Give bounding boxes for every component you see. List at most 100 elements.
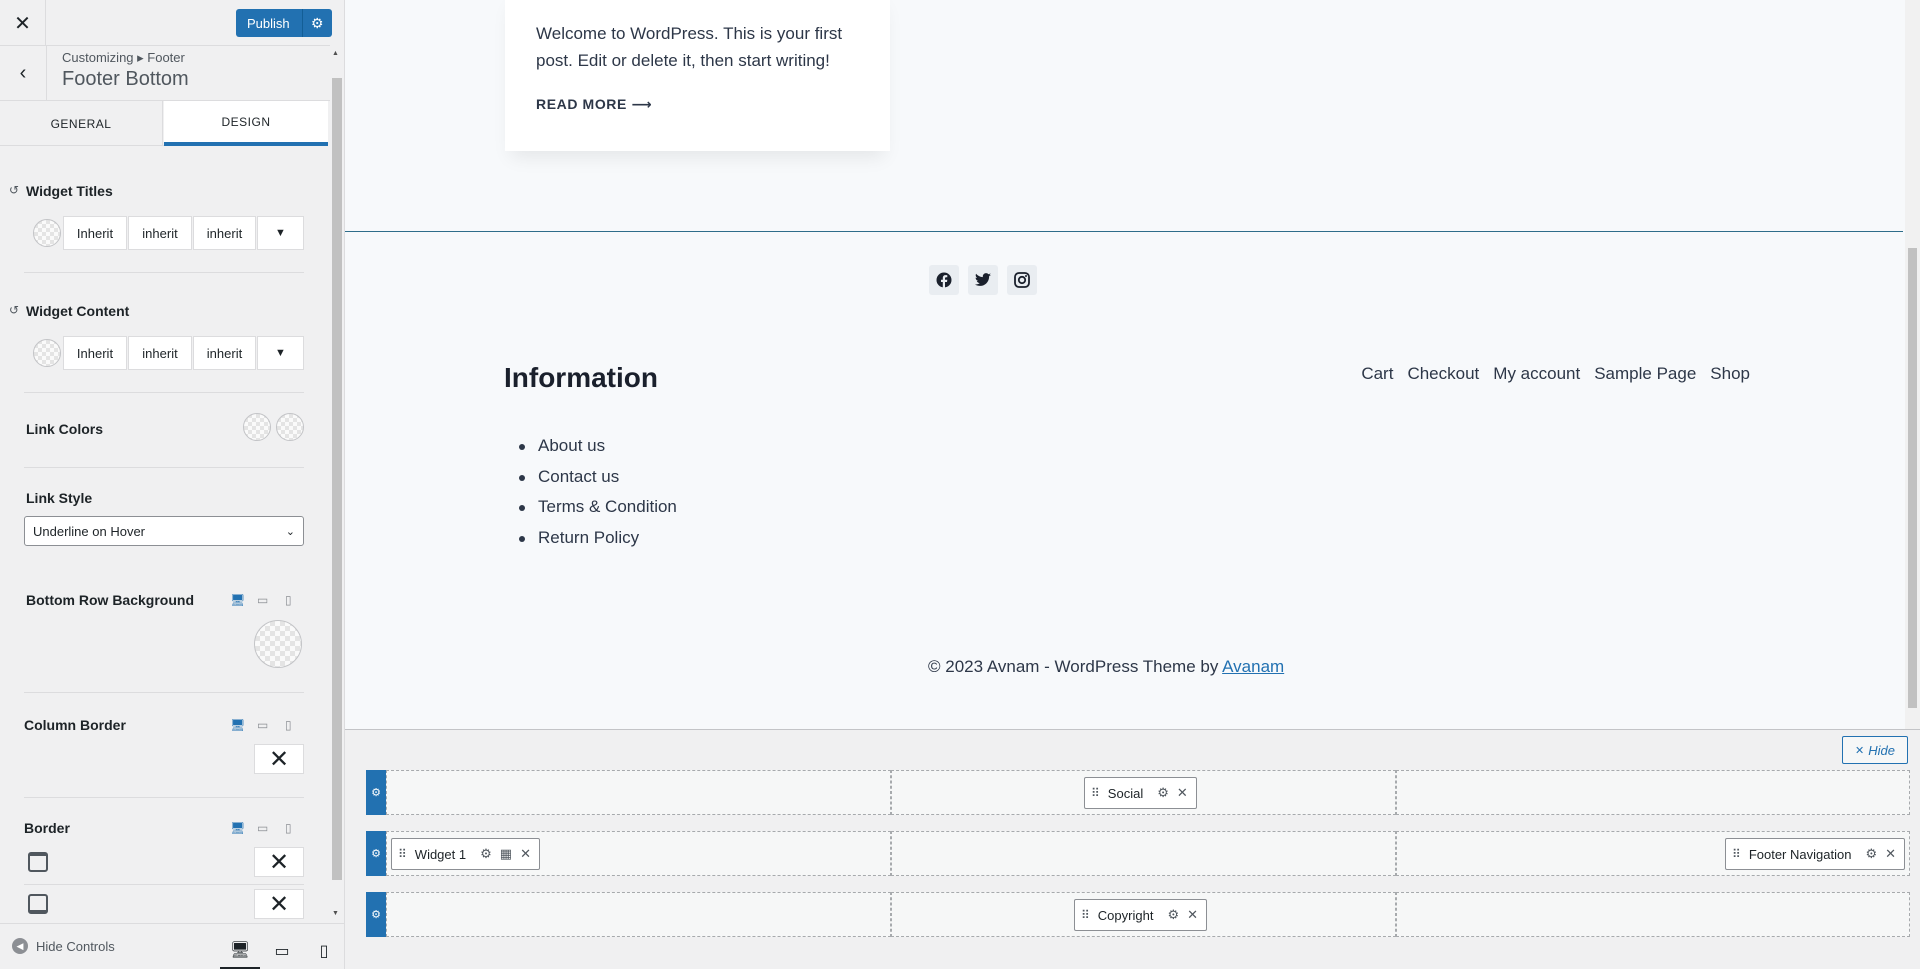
widget-content-color[interactable] bbox=[33, 339, 61, 367]
drag-handle-icon[interactable]: ⠿ bbox=[1081, 908, 1090, 922]
footer-widget-links: About us Contact us Terms & Condition Re… bbox=[504, 431, 677, 553]
link-style-value: Underline on Hover bbox=[33, 523, 146, 539]
footer-nav-sample-page[interactable]: Sample Page bbox=[1594, 364, 1696, 384]
border-bottom-none-button[interactable]: ✕ bbox=[254, 889, 304, 919]
twitter-icon[interactable] bbox=[968, 265, 998, 295]
hide-controls-label: Hide Controls bbox=[36, 938, 115, 954]
gear-icon[interactable]: ⚙ bbox=[1865, 846, 1877, 862]
border-top-none-button[interactable]: ✕ bbox=[254, 847, 304, 877]
preview-scroll-thumb[interactable] bbox=[1908, 248, 1917, 708]
instagram-icon[interactable] bbox=[1007, 265, 1037, 295]
hide-controls-button[interactable]: ◀ Hide Controls bbox=[12, 938, 115, 954]
builder-column[interactable]: ⠿ Social ⚙ ✕ bbox=[891, 770, 1396, 815]
copyright-link[interactable]: Avanam bbox=[1222, 657, 1284, 676]
preview-desktop-button[interactable]: 🖥 bbox=[220, 932, 260, 969]
reset-icon[interactable]: ↺ bbox=[9, 303, 19, 317]
mobile-icon[interactable]: ▯ bbox=[285, 821, 292, 835]
copyright-text: © 2023 Avnam - WordPress Theme by Avanam bbox=[928, 657, 1284, 677]
tablet-icon[interactable]: ▭ bbox=[257, 593, 268, 607]
drag-handle-icon[interactable]: ⠿ bbox=[1732, 847, 1741, 861]
desktop-icon[interactable]: 🖥 bbox=[230, 718, 245, 732]
footer-nav-shop[interactable]: Shop bbox=[1710, 364, 1750, 384]
chevron-down-icon[interactable]: ▼ bbox=[257, 216, 304, 250]
chevron-down-icon[interactable]: ▼ bbox=[257, 336, 304, 370]
footer-link-terms[interactable]: Terms & Condition bbox=[504, 492, 677, 523]
desktop-icon[interactable]: 🖥 bbox=[230, 821, 245, 835]
close-icon[interactable]: ✕ bbox=[1885, 846, 1896, 862]
builder-row-bottom: ⚙ ⠿ Copyright ⚙ ✕ bbox=[366, 892, 1910, 937]
builder-column[interactable]: ⠿ Copyright ⚙ ✕ bbox=[891, 892, 1396, 937]
widget-titles-color[interactable] bbox=[33, 219, 61, 247]
divider bbox=[24, 272, 304, 273]
widget-titles-font-size[interactable]: inherit bbox=[128, 216, 192, 250]
builder-column[interactable] bbox=[386, 892, 891, 937]
column-border-none-button[interactable]: ✕ bbox=[254, 744, 304, 774]
hide-builder-button[interactable]: ✕ Hide bbox=[1842, 736, 1908, 764]
tablet-icon[interactable]: ▭ bbox=[257, 821, 268, 835]
layout-icon[interactable]: ▦ bbox=[500, 846, 512, 862]
collapse-icon: ◀ bbox=[12, 938, 28, 954]
footer-nav-cart[interactable]: Cart bbox=[1361, 364, 1393, 384]
preview-tablet-button[interactable]: ▭ bbox=[262, 932, 302, 969]
builder-column[interactable]: ⠿ Footer Navigation ⚙ ✕ bbox=[1396, 831, 1910, 876]
divider bbox=[24, 884, 304, 885]
drag-handle-icon[interactable]: ⠿ bbox=[1091, 786, 1100, 800]
builder-column[interactable]: ⠿ Widget 1 ⚙ ▦ ✕ bbox=[386, 831, 891, 876]
footer-link-return[interactable]: Return Policy bbox=[504, 523, 677, 554]
divider bbox=[24, 692, 304, 693]
facebook-icon[interactable] bbox=[929, 265, 959, 295]
scroll-down-icon[interactable]: ▼ bbox=[332, 910, 339, 917]
widget-content-font-family[interactable]: Inherit bbox=[63, 336, 127, 370]
close-icon[interactable]: ✕ bbox=[0, 0, 46, 46]
bottom-row-background-color[interactable] bbox=[254, 620, 302, 668]
builder-column[interactable] bbox=[386, 770, 891, 815]
footer-nav-my-account[interactable]: My account bbox=[1493, 364, 1580, 384]
tab-design[interactable]: DESIGN bbox=[164, 101, 328, 146]
gear-icon[interactable]: ⚙ bbox=[301, 9, 332, 37]
social-icons bbox=[929, 265, 1037, 295]
builder-item-copyright[interactable]: ⠿ Copyright ⚙ ✕ bbox=[1074, 899, 1207, 931]
back-arrow-icon[interactable]: ‹ bbox=[0, 46, 47, 101]
gear-icon[interactable]: ⚙ bbox=[1167, 907, 1179, 923]
tab-general[interactable]: GENERAL bbox=[0, 101, 163, 146]
publish-button[interactable]: Publish bbox=[236, 9, 302, 37]
border-top-icon bbox=[28, 852, 48, 872]
builder-column[interactable] bbox=[1396, 770, 1910, 815]
close-icon[interactable]: ✕ bbox=[1187, 907, 1198, 923]
builder-column[interactable] bbox=[1396, 892, 1910, 937]
drag-handle-icon[interactable]: ⠿ bbox=[398, 847, 407, 861]
footer-link-about[interactable]: About us bbox=[504, 431, 677, 462]
read-more-link[interactable]: READ MORE ⟶ bbox=[536, 96, 652, 113]
desktop-icon[interactable]: 🖥 bbox=[230, 593, 245, 607]
builder-item-label: Copyright bbox=[1097, 907, 1154, 923]
scroll-up-icon[interactable]: ▲ bbox=[332, 50, 339, 57]
link-color-swatch[interactable] bbox=[243, 413, 271, 441]
gear-icon[interactable]: ⚙ bbox=[366, 892, 386, 937]
gear-icon[interactable]: ⚙ bbox=[366, 770, 386, 815]
mobile-icon[interactable]: ▯ bbox=[285, 718, 292, 732]
close-icon[interactable]: ✕ bbox=[1177, 785, 1188, 801]
gear-icon[interactable]: ⚙ bbox=[480, 846, 492, 862]
widget-content-font-size[interactable]: inherit bbox=[128, 336, 192, 370]
gear-icon[interactable]: ⚙ bbox=[366, 831, 386, 876]
footer-nav-checkout[interactable]: Checkout bbox=[1407, 364, 1479, 384]
builder-item-social[interactable]: ⠿ Social ⚙ ✕ bbox=[1084, 777, 1197, 809]
footer-link-contact[interactable]: Contact us bbox=[504, 462, 677, 493]
preview-mobile-button[interactable]: ▯ bbox=[304, 932, 344, 969]
widget-titles-font-weight[interactable]: inherit bbox=[193, 216, 256, 250]
link-style-select[interactable]: Underline on Hover ⌄ bbox=[24, 516, 304, 546]
footer-builder: ✕ Hide ⚙ ⠿ Social ⚙ ✕ ⚙ ⠿ Widget 1 ⚙ ▦ ✕ bbox=[345, 729, 1920, 969]
mobile-icon[interactable]: ▯ bbox=[285, 593, 292, 607]
sidebar-scroll-thumb[interactable] bbox=[332, 78, 342, 880]
close-icon[interactable]: ✕ bbox=[520, 846, 531, 862]
widget-content-font-weight[interactable]: inherit bbox=[193, 336, 256, 370]
link-hover-color-swatch[interactable] bbox=[276, 413, 304, 441]
builder-item-footer-navigation[interactable]: ⠿ Footer Navigation ⚙ ✕ bbox=[1725, 838, 1905, 870]
builder-column[interactable] bbox=[891, 831, 1396, 876]
builder-item-widget-1[interactable]: ⠿ Widget 1 ⚙ ▦ ✕ bbox=[391, 838, 540, 870]
gear-icon[interactable]: ⚙ bbox=[1157, 785, 1169, 801]
widget-titles-font-family[interactable]: Inherit bbox=[63, 216, 127, 250]
tablet-icon[interactable]: ▭ bbox=[257, 718, 268, 732]
post-card: Welcome to WordPress. This is your first… bbox=[505, 0, 890, 151]
reset-icon[interactable]: ↺ bbox=[9, 183, 19, 197]
